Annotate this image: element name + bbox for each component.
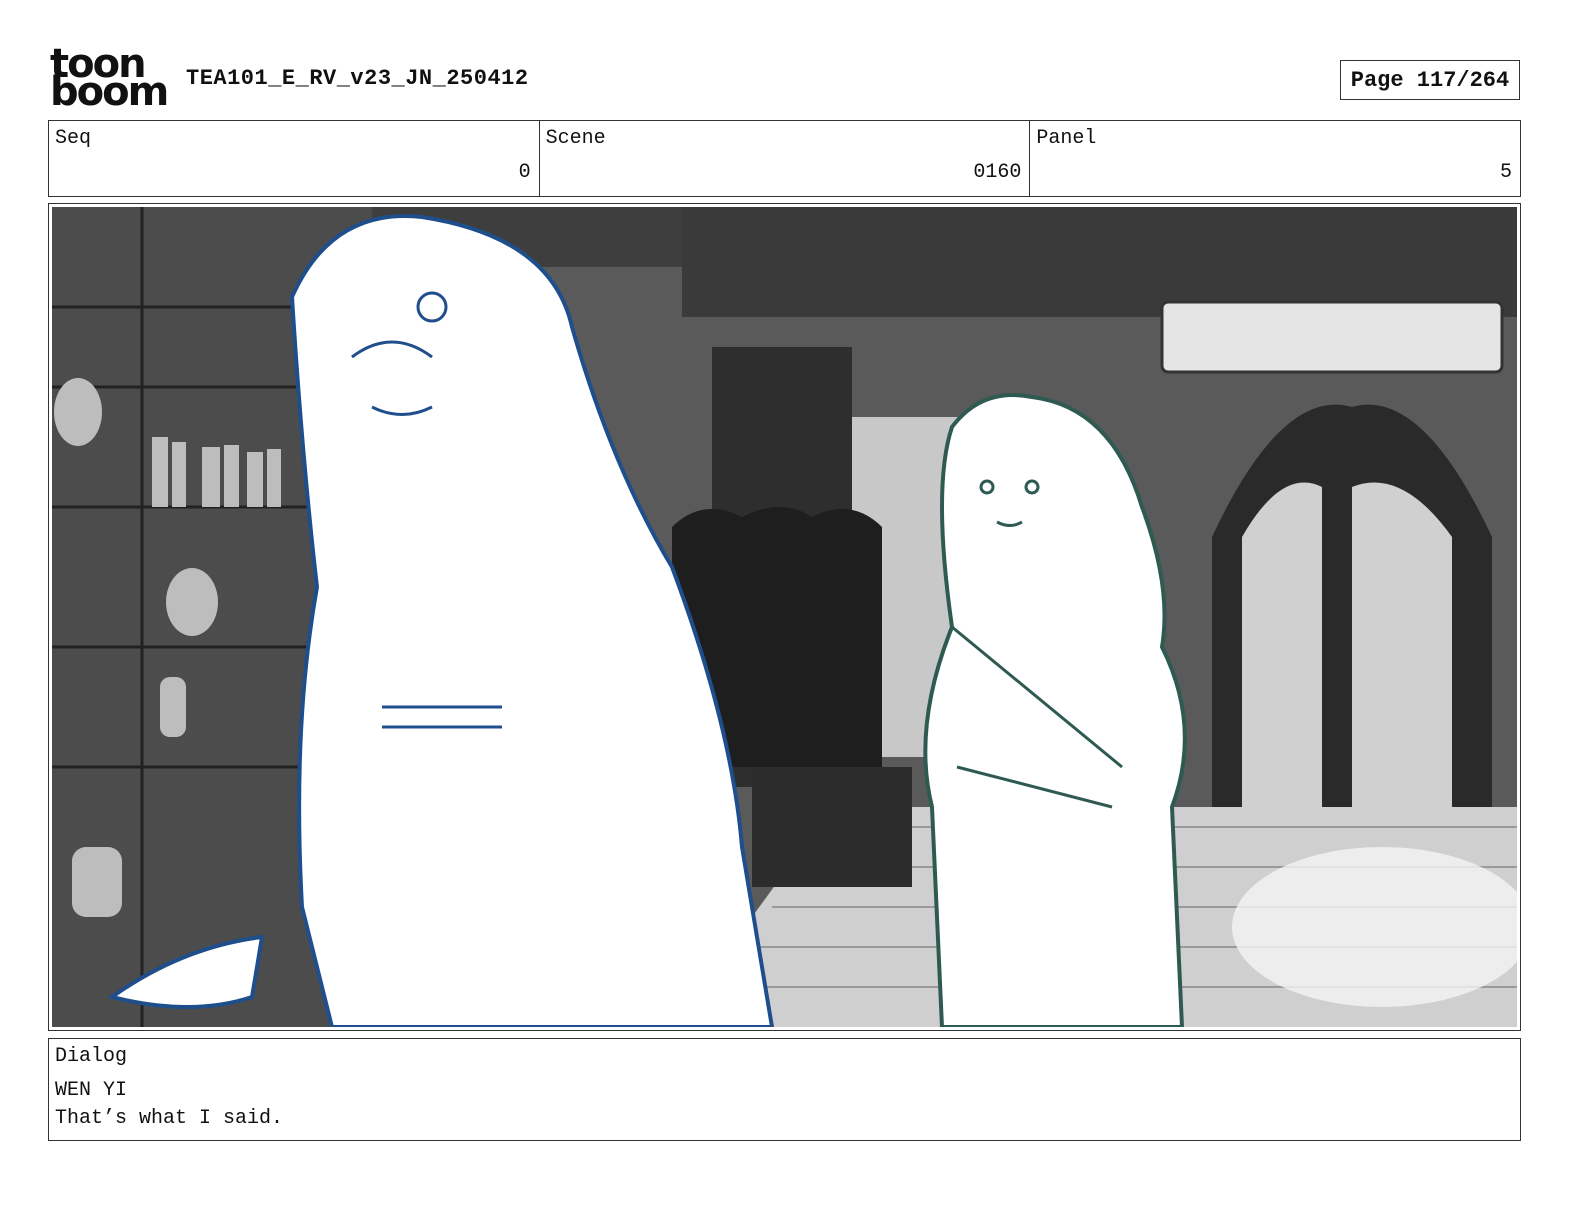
toonboom-logo: toon boom bbox=[50, 44, 169, 115]
seq-value: 0 bbox=[518, 161, 531, 184]
dialog-label: Dialog bbox=[55, 1045, 128, 1068]
scene-label: Scene bbox=[545, 127, 606, 150]
seq-cell: Seq 0 bbox=[49, 121, 540, 196]
logo-line-2: boom bbox=[50, 69, 169, 115]
panel-cell: Panel 5 bbox=[1030, 121, 1520, 196]
page-number: Page 117/264 bbox=[1340, 60, 1520, 100]
scene-cell: Scene 0160 bbox=[540, 121, 1031, 196]
dialog-box: Dialog WEN YI That’s what I said. bbox=[48, 1038, 1521, 1141]
storyboard-panel-image bbox=[52, 207, 1517, 1027]
document-title: TEA101_E_RV_v23_JN_250412 bbox=[186, 66, 529, 91]
seq-label: Seq bbox=[55, 127, 92, 150]
panel-label: Panel bbox=[1036, 127, 1097, 150]
scene-info-row: Seq 0 Scene 0160 Panel 5 bbox=[48, 120, 1521, 197]
dialog-speaker: WEN YI bbox=[55, 1079, 128, 1102]
panel-value: 5 bbox=[1500, 161, 1513, 184]
dialog-line: That’s what I said. bbox=[55, 1107, 284, 1130]
scene-value: 0160 bbox=[973, 161, 1022, 184]
